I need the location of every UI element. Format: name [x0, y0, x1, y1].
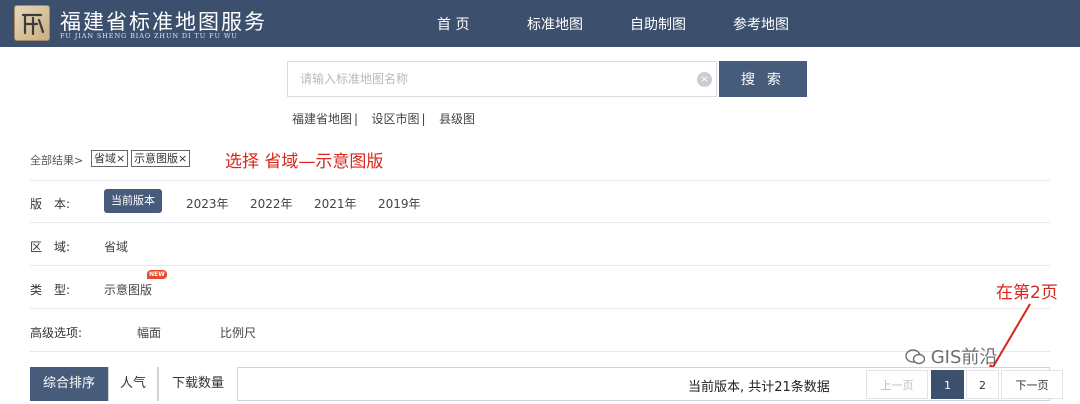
nav-self-mapping[interactable]: 自助制图: [630, 14, 686, 34]
page-1-button[interactable]: 1: [931, 370, 964, 399]
quick-link-province[interactable]: 福建省地图: [292, 112, 352, 126]
divider: [30, 180, 1050, 181]
version-option-2019[interactable]: 2019年: [378, 195, 421, 212]
logo-seal-icon: [21, 13, 45, 36]
divider: [30, 308, 1050, 309]
nav-home[interactable]: 首 页: [437, 14, 469, 34]
advanced-option-scale[interactable]: 比例尺: [220, 324, 256, 341]
quick-link-county[interactable]: 县级图: [439, 112, 475, 126]
version-option-2021[interactable]: 2021年: [314, 195, 357, 212]
site-logo[interactable]: [14, 5, 50, 41]
region-label: 区 域:: [30, 240, 71, 254]
top-header: 福建省标准地图服务 FU JIAN SHENG BIAO ZHUN DI TU …: [0, 0, 1080, 47]
type-label: 类 型:: [30, 283, 71, 297]
sort-tab-downloads[interactable]: 下载数量: [158, 367, 238, 401]
advanced-label: 高级选项:: [30, 326, 83, 340]
next-page-button[interactable]: 下一页: [1001, 370, 1063, 399]
search-button[interactable]: 搜 索: [719, 61, 807, 97]
wechat-icon: [905, 349, 926, 365]
prev-page-button[interactable]: 上一页: [866, 370, 928, 399]
region-option-province[interactable]: 省域: [104, 238, 128, 255]
divider: [30, 222, 1050, 223]
annotation-select-hint: 选择 省域—示意图版: [225, 152, 384, 172]
version-option-current[interactable]: 当前版本: [104, 189, 162, 213]
sort-tab-overall[interactable]: 综合排序: [30, 367, 108, 401]
new-badge: NEW: [147, 270, 167, 279]
watermark: GIS前沿: [905, 343, 997, 369]
quick-links: 福建省地图 | 设区市图 | 县级图: [292, 112, 476, 126]
divider: [30, 265, 1050, 266]
version-option-2022[interactable]: 2022年: [250, 195, 293, 212]
site-subtitle: FU JIAN SHENG BIAO ZHUN DI TU FU WU: [60, 32, 238, 40]
nav-standard-maps[interactable]: 标准地图: [527, 14, 583, 34]
search-input[interactable]: [288, 62, 688, 96]
page-2-button[interactable]: 2: [966, 370, 999, 399]
clear-icon[interactable]: ×: [697, 72, 712, 87]
version-option-2023[interactable]: 2023年: [186, 195, 229, 212]
quick-link-city[interactable]: 设区市图: [372, 112, 420, 126]
search-box: ×: [287, 61, 717, 97]
filter-tag-schematic[interactable]: 示意图版×: [131, 150, 191, 167]
nav-reference-maps[interactable]: 参考地图: [733, 14, 789, 34]
breadcrumb-prefix: 全部结果>: [30, 154, 84, 167]
result-summary: 当前版本, 共计21条数据: [688, 380, 830, 395]
filter-tag-province[interactable]: 省域×: [91, 150, 129, 167]
divider: [30, 351, 1050, 352]
sort-tab-popularity[interactable]: 人气: [108, 367, 158, 401]
version-label: 版 本:: [30, 197, 71, 211]
type-option-schematic[interactable]: 示意图版: [104, 281, 152, 298]
advanced-option-size[interactable]: 幅面: [137, 324, 161, 341]
